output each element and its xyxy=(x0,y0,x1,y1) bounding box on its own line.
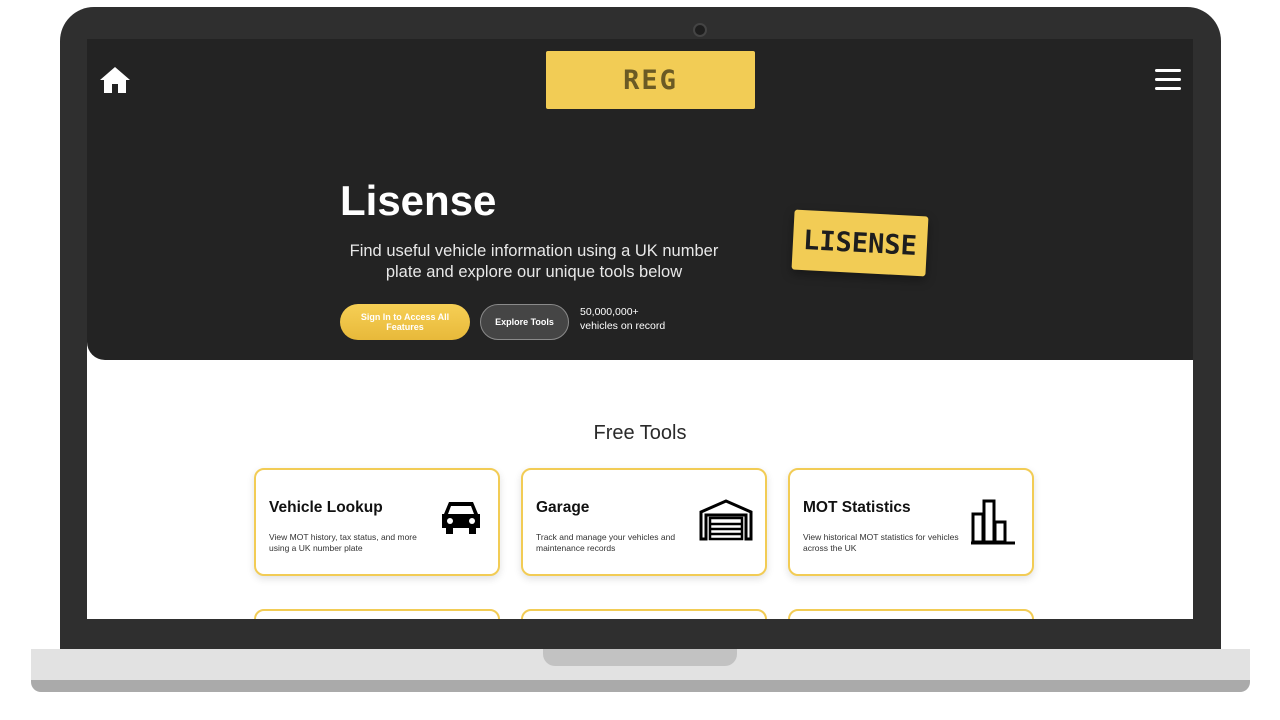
hero-section: REG Lisense Find useful vehicle informat… xyxy=(87,39,1193,360)
vehicle-count-stat: 50,000,000+ vehicles on record xyxy=(580,305,665,333)
tool-card-mot-statistics[interactable]: MOT Statistics View historical MOT stati… xyxy=(788,468,1034,576)
laptop-notch xyxy=(543,649,737,666)
logo[interactable]: REG xyxy=(546,51,755,109)
explore-tools-button[interactable]: Explore Tools xyxy=(480,304,569,340)
stat-value: 50,000,000+ xyxy=(580,306,639,318)
hero-subtitle: Find useful vehicle information using a … xyxy=(349,242,719,281)
tool-card-partial[interactable] xyxy=(254,609,500,619)
webcam xyxy=(693,23,707,37)
garage-icon xyxy=(699,498,753,546)
tool-card-vehicle-lookup[interactable]: Vehicle Lookup View MOT history, tax sta… xyxy=(254,468,500,576)
card-description: Track and manage your vehicles and maint… xyxy=(536,532,676,553)
car-icon xyxy=(440,498,482,540)
laptop-base-edge xyxy=(31,680,1250,692)
card-title: Garage xyxy=(536,499,590,516)
hero-title: Lisense xyxy=(340,177,497,224)
home-icon[interactable] xyxy=(99,65,131,95)
card-description: View MOT history, tax status, and more u… xyxy=(269,532,417,553)
card-title: MOT Statistics xyxy=(803,499,911,516)
sign-in-button[interactable]: Sign In to Access All Features xyxy=(340,304,470,340)
bar-chart-icon xyxy=(970,498,1016,550)
hamburger-menu-icon[interactable] xyxy=(1155,69,1181,91)
card-title: Vehicle Lookup xyxy=(269,499,383,516)
stat-label: vehicles on record xyxy=(580,320,666,332)
tool-card-partial[interactable] xyxy=(788,609,1034,619)
tool-card-garage[interactable]: Garage Track and manage your vehicles an… xyxy=(521,468,767,576)
lisense-plate-graphic: LISENSE xyxy=(791,209,929,277)
screen: REG Lisense Find useful vehicle informat… xyxy=(87,39,1193,619)
card-description: View historical MOT statistics for vehic… xyxy=(803,532,959,553)
free-tools-heading: Free Tools xyxy=(593,422,687,444)
tool-card-partial[interactable] xyxy=(521,609,767,619)
